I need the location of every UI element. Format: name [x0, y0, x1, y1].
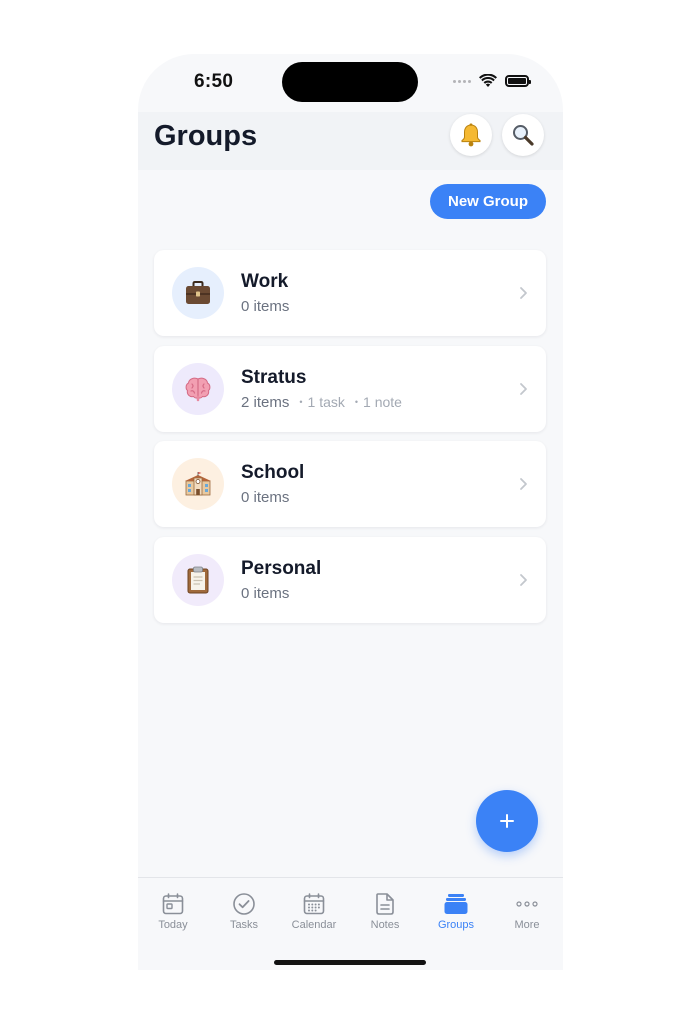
- groups-icon: [444, 894, 468, 914]
- group-avatar: [172, 267, 224, 319]
- status-time: 6:50: [194, 71, 234, 92]
- group-name: Work: [241, 271, 289, 292]
- tab-more[interactable]: More: [492, 890, 562, 931]
- page: 6:50 Groups New Group Work 0 items Strat…: [0, 0, 700, 1024]
- item-count: 2 items: [241, 393, 290, 411]
- calendar-icon: [303, 893, 325, 915]
- tab-calendar[interactable]: Calendar: [279, 890, 349, 931]
- group-avatar: [172, 553, 224, 606]
- dynamic-island: [282, 62, 418, 102]
- add-fab-button[interactable]: [476, 790, 538, 852]
- item-count: 0 items: [241, 584, 290, 602]
- tab-today[interactable]: Today: [138, 890, 208, 931]
- phone-screen: 6:50 Groups New Group Work 0 items Strat…: [138, 54, 563, 970]
- item-count: 0 items: [241, 489, 290, 506]
- group-list: Work 0 items Stratus 2 items • 1 task • …: [154, 250, 546, 632]
- brain-icon: [185, 377, 211, 401]
- briefcase-icon: [186, 281, 210, 304]
- task-count: 1 task: [299, 394, 345, 410]
- group-item-count: 0 items: [241, 585, 289, 602]
- chevron-right-icon: [520, 573, 527, 586]
- search-button[interactable]: [502, 114, 544, 156]
- page-title: Groups: [154, 120, 258, 152]
- tab-label: Today: [158, 919, 188, 931]
- tab-notes[interactable]: Notes: [350, 890, 420, 931]
- tab-label: Tasks: [229, 919, 259, 931]
- group-avatar: [172, 362, 224, 415]
- tab-tasks[interactable]: Tasks: [209, 890, 279, 931]
- magnifier-icon: [513, 125, 534, 146]
- more-icon: [516, 901, 538, 907]
- group-item-count: 0 items: [241, 489, 289, 506]
- tab-label: Notes: [370, 919, 400, 931]
- tab-label: More: [514, 919, 540, 931]
- cellular-signal-icon: [453, 79, 471, 83]
- header: Groups: [138, 112, 563, 170]
- new-group-button[interactable]: New Group: [430, 184, 546, 219]
- today-icon: [162, 893, 184, 915]
- status-icons: [453, 74, 531, 88]
- clipboard-icon: [187, 566, 209, 593]
- group-item-count: 2 items 1 task 1 note: [241, 394, 402, 411]
- plus-icon: [500, 814, 514, 828]
- group-name: Stratus: [241, 366, 307, 388]
- group-item-count: 0 items: [241, 298, 289, 315]
- tab-groups[interactable]: Groups: [421, 890, 491, 931]
- group-card-work[interactable]: Work 0 items: [154, 250, 546, 336]
- item-count: 0 items: [241, 298, 290, 315]
- wifi-icon: [479, 74, 497, 87]
- chevron-right-icon: [520, 478, 527, 490]
- group-name: Personal: [241, 557, 322, 579]
- group-name: School: [241, 462, 305, 483]
- group-card-stratus[interactable]: Stratus 2 items 1 task 1 note: [154, 345, 546, 432]
- check-circle-icon: [233, 893, 255, 915]
- school-icon: [185, 472, 211, 496]
- battery-icon: [505, 75, 531, 87]
- group-card-school[interactable]: School 0 items: [154, 441, 546, 527]
- chevron-right-icon: [520, 287, 527, 299]
- group-avatar: [172, 458, 224, 510]
- notifications-button[interactable]: [450, 114, 492, 156]
- tab-label: Calendar: [291, 919, 337, 931]
- tab-bar: Today Tasks Calendar Notes Groups More: [138, 877, 563, 970]
- note-count: 1 note: [355, 394, 402, 410]
- note-icon: [376, 893, 394, 915]
- group-card-personal[interactable]: Personal 0 items: [154, 536, 546, 623]
- tab-label: Groups: [437, 919, 475, 931]
- home-indicator[interactable]: [274, 960, 426, 965]
- bell-icon: [461, 123, 481, 147]
- chevron-right-icon: [520, 382, 527, 395]
